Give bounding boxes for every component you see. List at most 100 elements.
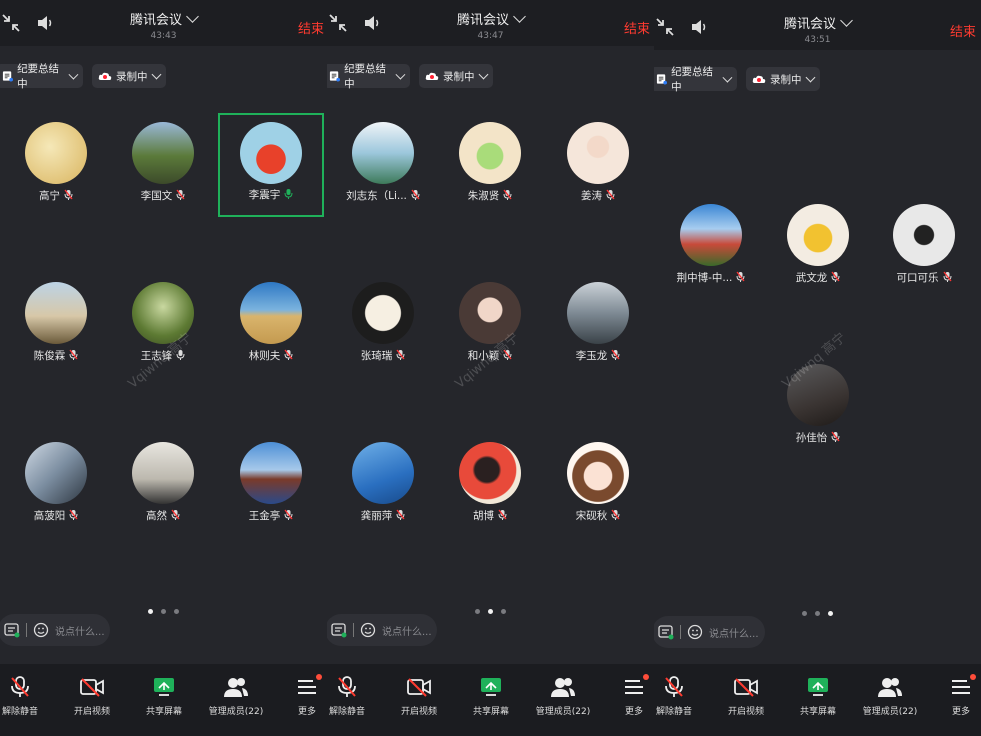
avatar — [352, 282, 414, 344]
recording-pill[interactable]: 录制中 — [92, 64, 166, 88]
participant-tile-speaking[interactable]: 李震宇 — [218, 113, 324, 217]
cloud-record-icon — [752, 75, 766, 83]
separator — [680, 625, 681, 639]
page-dot[interactable] — [501, 609, 506, 614]
participant-tile[interactable]: 胡博 — [437, 434, 543, 538]
share-screen-icon — [481, 678, 501, 696]
bottom-toolbar: 解除静音 开启视频 共享屏幕 管理成员(22) 更多 — [327, 664, 654, 736]
participant-tile[interactable]: 张琦瑞 — [330, 274, 436, 378]
participant-tile[interactable]: 王金亭 — [218, 434, 324, 538]
participant-tile[interactable]: 高菠阳 — [3, 434, 109, 538]
more-button[interactable]: 更多 — [619, 664, 649, 736]
manage-members-button[interactable]: 管理成员(22) — [533, 664, 593, 736]
participant-name: 李国文 — [140, 190, 173, 202]
participant-tile[interactable]: 林则夫 — [218, 274, 324, 378]
cloud-record-icon — [98, 72, 112, 80]
avatar — [240, 122, 302, 184]
manage-members-button[interactable]: 管理成员(22) — [206, 664, 266, 736]
avatar — [240, 282, 302, 344]
page-dot[interactable] — [815, 611, 820, 616]
meeting-title-area[interactable]: 腾讯会议 43:43 — [0, 9, 327, 41]
participant-tile[interactable]: 高宁 — [3, 114, 109, 218]
page-dot[interactable] — [488, 609, 493, 614]
start-video-button[interactable]: 开启视频 — [395, 664, 443, 736]
share-screen-button[interactable]: 共享屏幕 — [467, 664, 515, 736]
toolbar-label: 更多 — [951, 707, 970, 717]
toolbar-label: 解除静音 — [655, 707, 692, 717]
meeting-title-area[interactable]: 腾讯会议 43:51 — [654, 13, 981, 45]
recording-pill[interactable]: 录制中 — [419, 64, 493, 88]
summary-pill[interactable]: 纪要总结中 — [327, 63, 410, 90]
separator — [26, 623, 27, 637]
chat-input-placeholder[interactable]: 说点什么... — [55, 623, 105, 638]
notification-dot — [970, 674, 976, 680]
bottom-toolbar: 解除静音 开启视频 共享屏幕 管理成员(22) 更多 — [0, 664, 327, 736]
participant-tile[interactable]: 李国文 — [110, 114, 216, 218]
share-screen-button[interactable]: 共享屏幕 — [794, 664, 842, 736]
end-meeting-button[interactable]: 结束 — [298, 18, 324, 37]
chat-input-placeholder[interactable]: 说点什么... — [382, 623, 432, 638]
unmute-button[interactable]: 解除静音 — [327, 664, 367, 736]
top-bar: 腾讯会议 43:51 结束 — [654, 0, 981, 50]
page-dot[interactable] — [148, 609, 153, 614]
meeting-title-area[interactable]: 腾讯会议 43:47 — [327, 9, 654, 41]
end-meeting-button[interactable]: 结束 — [624, 18, 650, 37]
participant-tile[interactable]: 高然 — [110, 434, 216, 538]
chevron-down-icon — [151, 69, 161, 79]
chat-bar[interactable]: 说点什么... — [654, 616, 765, 648]
recording-pill[interactable]: 录制中 — [746, 67, 820, 91]
participant-tile[interactable]: 姜涛 — [545, 114, 651, 218]
meeting-panel-2: 腾讯会议 43:47 结束 纪要总结中 录制中 刘志东（Li... 朱淑贤 姜涛… — [327, 0, 654, 736]
emoji-icon[interactable] — [33, 622, 49, 638]
emoji-icon[interactable] — [687, 624, 703, 640]
participant-tile[interactable]: 朱淑贤 — [437, 114, 543, 218]
chevron-down-icon — [805, 72, 815, 82]
meeting-timer: 43:43 — [150, 31, 177, 41]
chat-bar[interactable]: 说点什么... — [0, 614, 110, 646]
participant-tile[interactable]: 荆中博-中... — [658, 196, 764, 300]
participant-tile[interactable]: 孙佳怡 — [765, 356, 871, 460]
summary-pill[interactable]: 纪要总结中 — [654, 66, 737, 93]
chat-bar[interactable]: 说点什么... — [327, 614, 437, 646]
document-icon — [656, 74, 668, 85]
unmute-button[interactable]: 解除静音 — [0, 664, 40, 736]
page-dot[interactable] — [174, 609, 179, 614]
mic-muted-icon — [606, 189, 615, 200]
chat-list-icon[interactable] — [658, 624, 674, 640]
start-video-button[interactable]: 开启视频 — [68, 664, 116, 736]
page-dot[interactable] — [161, 609, 166, 614]
unmute-button[interactable]: 解除静音 — [654, 664, 694, 736]
more-button[interactable]: 更多 — [946, 664, 976, 736]
mic-speaking-icon — [284, 189, 293, 199]
share-screen-button[interactable]: 共享屏幕 — [140, 664, 188, 736]
page-dot[interactable] — [475, 609, 480, 614]
participant-name: 李玉龙 — [575, 350, 608, 362]
participant-tile[interactable]: 刘志东（Li... — [330, 114, 436, 218]
participant-tile[interactable]: 可口可乐 — [871, 196, 977, 300]
more-button[interactable]: 更多 — [292, 664, 322, 736]
participant-name: 林则夫 — [248, 350, 281, 362]
avatar — [567, 122, 629, 184]
start-video-button[interactable]: 开启视频 — [722, 664, 770, 736]
chevron-down-icon — [68, 69, 79, 79]
meeting-panel-1: 腾讯会议 43:43 结束 纪要总结中 录制中 高宁 李国文 李震宇 陈俊霖 王… — [0, 0, 327, 736]
video-off-icon — [407, 678, 431, 697]
end-meeting-button[interactable]: 结束 — [950, 21, 976, 40]
chat-list-icon[interactable] — [331, 622, 347, 638]
participant-tile[interactable]: 宋砚秋 — [545, 434, 651, 538]
video-off-icon — [734, 678, 758, 697]
participant-tile[interactable]: 武文龙 — [765, 196, 871, 300]
participant-tile[interactable]: 李玉龙 — [545, 274, 651, 378]
participant-tile[interactable]: 龚丽萍 — [330, 434, 436, 538]
chat-input-placeholder[interactable]: 说点什么... — [709, 625, 759, 640]
toolbar-label: 管理成员(22) — [208, 707, 264, 717]
summary-pill[interactable]: 纪要总结中 — [0, 63, 83, 90]
page-dot[interactable] — [828, 611, 833, 616]
participant-name: 刘志东（Li... — [346, 190, 407, 202]
manage-members-button[interactable]: 管理成员(22) — [860, 664, 920, 736]
participant-tile[interactable]: 陈俊霖 — [3, 274, 109, 378]
chat-list-icon[interactable] — [4, 622, 20, 638]
page-dot[interactable] — [802, 611, 807, 616]
emoji-icon[interactable] — [360, 622, 376, 638]
toolbar-label: 共享屏幕 — [145, 707, 182, 717]
